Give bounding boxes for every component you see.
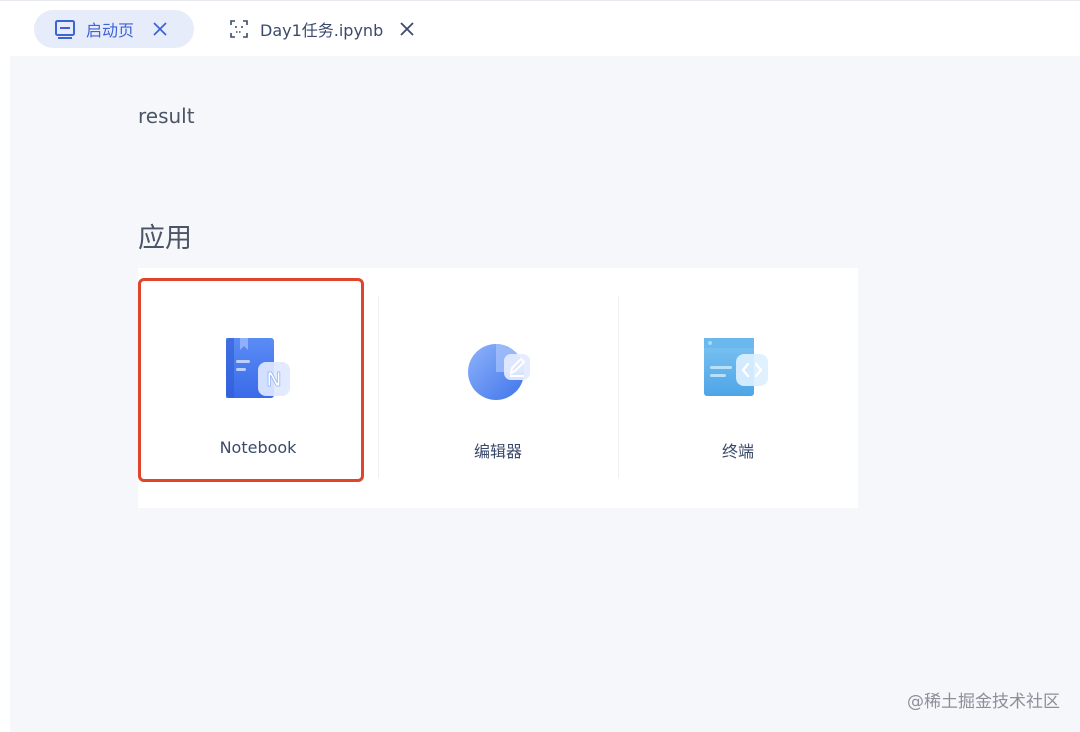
app-card-editor[interactable]: 编辑器 — [378, 268, 618, 508]
launcher-window: 启动页 Day1任务.ipynb result 应用 N Notebook 编辑… — [0, 0, 1080, 732]
app-card-terminal[interactable]: 终端 — [618, 268, 858, 508]
close-icon[interactable] — [150, 19, 170, 39]
app-card-notebook[interactable]: N Notebook — [138, 268, 378, 508]
tab-launcher[interactable]: 启动页 — [34, 10, 194, 48]
launcher-icon — [54, 18, 76, 40]
watermark: @稀土掘金技术社区 — [907, 692, 1060, 712]
terminal-icon — [698, 330, 778, 410]
svg-text:N: N — [267, 369, 281, 391]
app-card-notebook-label: Notebook — [219, 438, 297, 457]
launcher-content: result 应用 N Notebook 编辑器 终端 — [10, 56, 1080, 732]
notebook-icon: N — [218, 330, 298, 410]
notebook-file-icon — [228, 18, 250, 40]
app-card-editor-label: 编辑器 — [473, 442, 522, 461]
app-panel: N Notebook 编辑器 终端 — [138, 268, 858, 508]
section-title-apps: 应用 — [138, 223, 192, 254]
app-card-terminal-label: 终端 — [721, 442, 754, 461]
tab-day1-label: Day1任务.ipynb — [260, 21, 384, 40]
tab-launcher-label: 启动页 — [86, 21, 135, 40]
close-icon[interactable] — [397, 19, 417, 39]
tab-day1-notebook[interactable]: Day1任务.ipynb — [212, 10, 432, 48]
tab-bar: 启动页 Day1任务.ipynb — [0, 0, 1080, 56]
result-label: result — [138, 104, 195, 128]
editor-icon — [458, 330, 538, 410]
